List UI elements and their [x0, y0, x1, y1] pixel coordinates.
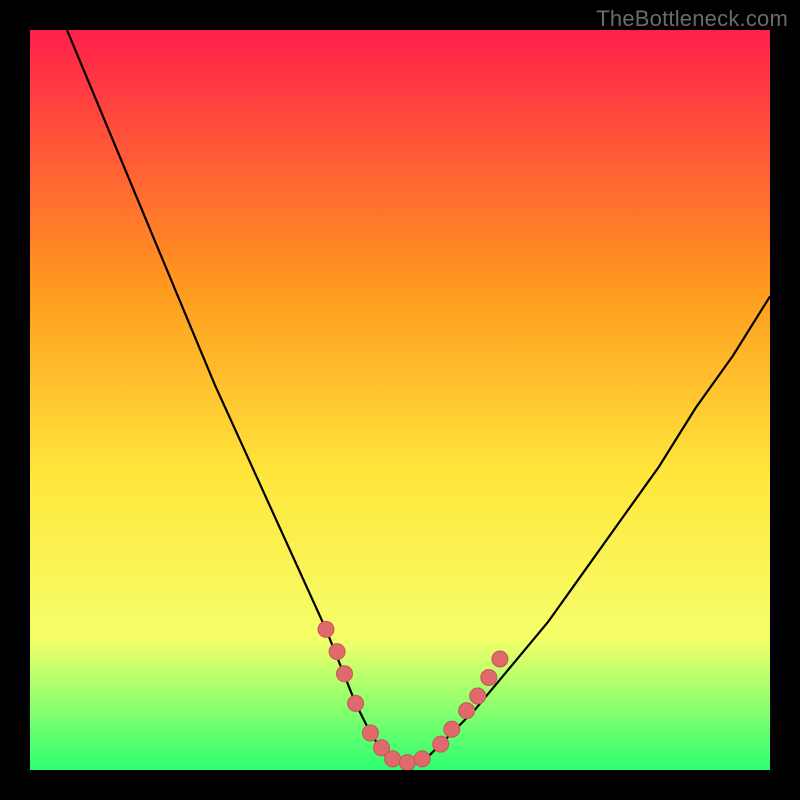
- bottleneck-chart: [30, 30, 770, 770]
- marker-point: [318, 621, 334, 637]
- marker-point: [444, 721, 460, 737]
- marker-point: [385, 751, 401, 767]
- marker-point: [433, 736, 449, 752]
- marker-point: [329, 644, 345, 660]
- marker-point: [399, 755, 415, 770]
- gradient-background: [30, 30, 770, 770]
- marker-point: [362, 725, 378, 741]
- marker-point: [470, 688, 486, 704]
- marker-point: [492, 651, 508, 667]
- marker-point: [459, 703, 475, 719]
- marker-point: [337, 666, 353, 682]
- marker-point: [481, 670, 497, 686]
- watermark-text: TheBottleneck.com: [596, 6, 788, 32]
- marker-point: [348, 695, 364, 711]
- marker-point: [414, 751, 430, 767]
- chart-frame: [30, 30, 770, 770]
